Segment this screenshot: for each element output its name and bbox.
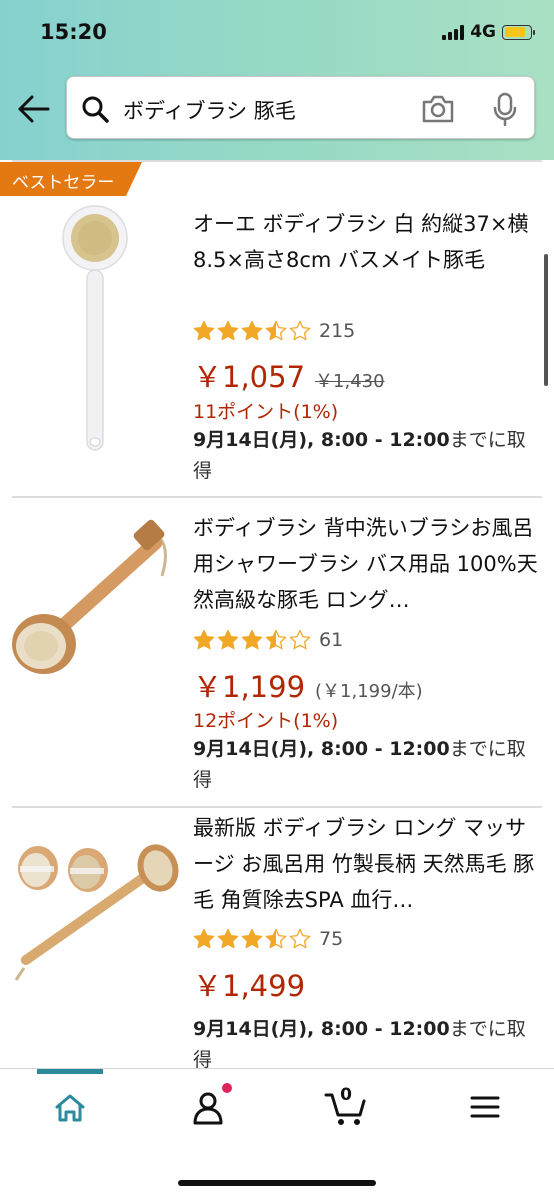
microphone-icon[interactable] [493, 92, 517, 126]
star-rating [193, 928, 311, 950]
list-price: ￥1,430 [315, 371, 385, 392]
person-icon [193, 1092, 223, 1125]
price-row: ￥1,499 [193, 963, 305, 1005]
star-icon [289, 320, 311, 341]
unit-price: (￥1,199/本) [315, 681, 423, 702]
points: 12ポイント(1%) [193, 710, 339, 732]
product-title[interactable]: オーエ ボディブラシ 白 約縦37×横8.5×高さ8cm バスメイト豚毛 [193, 206, 541, 278]
star-icon [193, 928, 215, 949]
star-icon [265, 320, 287, 341]
back-arrow-icon[interactable] [18, 94, 50, 124]
star-icon [193, 320, 215, 341]
camera-icon[interactable] [421, 94, 455, 124]
cart-count: 0 [340, 1085, 352, 1105]
star-icon [193, 629, 215, 650]
battery-icon [502, 24, 535, 40]
star-rating [193, 629, 311, 651]
active-tab-indicator [37, 1069, 103, 1074]
hamburger-menu-icon [470, 1096, 500, 1118]
search-input[interactable]: ボディブラシ 豚毛 [66, 76, 535, 139]
price: ￥1,199 [193, 670, 306, 704]
star-rating [193, 320, 311, 342]
review-count: 215 [319, 320, 356, 342]
product-image[interactable] [10, 518, 182, 688]
price: ￥1,057 [193, 360, 306, 394]
delivery-info: 9月14日(月), 8:00 - 12:00までに取得 [193, 1014, 539, 1070]
star-icon [241, 928, 263, 949]
star-icon [217, 928, 239, 949]
divider [12, 496, 542, 498]
nav-cart[interactable]: 0 [316, 1085, 376, 1127]
nav-home[interactable] [40, 1087, 100, 1127]
product-item[interactable]: ボディブラシ 背中洗いブラシお風呂用シャワーブラシ バス用品 100%天然高級な… [0, 500, 554, 806]
price: ￥1,499 [193, 969, 306, 1003]
nav-account[interactable] [178, 1083, 238, 1127]
rating[interactable]: 75 [193, 928, 343, 950]
home-indicator [178, 1180, 376, 1186]
product-image[interactable] [10, 828, 182, 998]
search-results[interactable]: ベストセラー オーエ ボディブラシ 白 約縦37×横8.5×高さ8cm バスメイ… [0, 160, 554, 1070]
nav-menu[interactable] [455, 1087, 515, 1127]
star-icon [241, 320, 263, 341]
star-icon [217, 629, 239, 650]
points: 11ポイント(1%) [193, 401, 339, 423]
delivery-date: 9月14日(月), 8:00 - 12:00 [193, 429, 450, 451]
divider [12, 806, 542, 808]
status-indicators: 4G [442, 22, 535, 42]
star-icon [265, 629, 287, 650]
star-icon [265, 928, 287, 949]
product-item[interactable]: ベストセラー オーエ ボディブラシ 白 約縦37×横8.5×高さ8cm バスメイ… [0, 160, 554, 496]
signal-icon [442, 24, 465, 40]
delivery-info: 9月14日(月), 8:00 - 12:00までに取得 [193, 734, 539, 796]
product-title[interactable]: ボディブラシ 背中洗いブラシお風呂用シャワーブラシ バス用品 100%天然高級な… [193, 510, 541, 618]
price-row: ￥1,057 ￥1,430 [193, 354, 385, 396]
delivery-info: 9月14日(月), 8:00 - 12:00までに取得 [193, 425, 539, 487]
star-icon [241, 629, 263, 650]
product-item[interactable]: 最新版 ボディブラシ ロング マッサージ お風呂用 竹製長柄 天然馬毛 豚毛 角… [0, 810, 554, 1070]
star-icon [289, 928, 311, 949]
product-title[interactable]: 最新版 ボディブラシ ロング マッサージ お風呂用 竹製長柄 天然馬毛 豚毛 角… [193, 810, 541, 918]
status-time: 15:20 [40, 20, 107, 44]
notification-dot [222, 1083, 232, 1093]
star-icon [217, 320, 239, 341]
rating[interactable]: 61 [193, 629, 343, 651]
review-count: 61 [319, 629, 344, 651]
star-icon [289, 629, 311, 650]
bestseller-badge-label: ベストセラー [12, 173, 115, 193]
price-row: ￥1,199 (￥1,199/本) [193, 664, 423, 706]
home-icon [55, 1094, 85, 1122]
search-query: ボディブラシ 豚毛 [123, 99, 296, 123]
delivery-date: 9月14日(月), 8:00 - 12:00 [193, 1018, 450, 1040]
product-image[interactable] [50, 204, 140, 460]
rating[interactable]: 215 [193, 320, 355, 342]
delivery-date: 9月14日(月), 8:00 - 12:00 [193, 738, 450, 760]
network-type: 4G [470, 22, 496, 42]
header: 15:20 4G ボディブラシ 豚毛 [0, 0, 554, 160]
review-count: 75 [319, 928, 344, 950]
search-icon [82, 96, 109, 123]
